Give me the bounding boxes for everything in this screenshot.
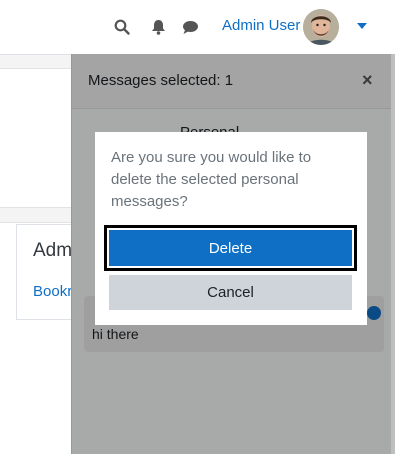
scrollbar[interactable] [391, 54, 395, 454]
cancel-button[interactable]: Cancel [109, 275, 352, 310]
user-menu-name[interactable]: Admin User [222, 17, 300, 34]
confirm-delete-dialog: Are you sure you would like to delete th… [95, 132, 367, 325]
search-icon[interactable] [111, 16, 133, 38]
chevron-down-icon[interactable] [357, 23, 367, 29]
bookmarks-link[interactable]: Bookr [33, 283, 72, 300]
top-navbar: Admin User [0, 0, 395, 55]
user-avatar[interactable] [303, 9, 339, 45]
confirm-message: Are you sure you would like to delete th… [111, 149, 312, 210]
page-card [0, 68, 72, 208]
bell-icon[interactable] [147, 16, 169, 38]
delete-button[interactable]: Delete [109, 230, 352, 266]
block-title: Adm [33, 240, 73, 261]
comment-icon[interactable] [179, 16, 201, 38]
